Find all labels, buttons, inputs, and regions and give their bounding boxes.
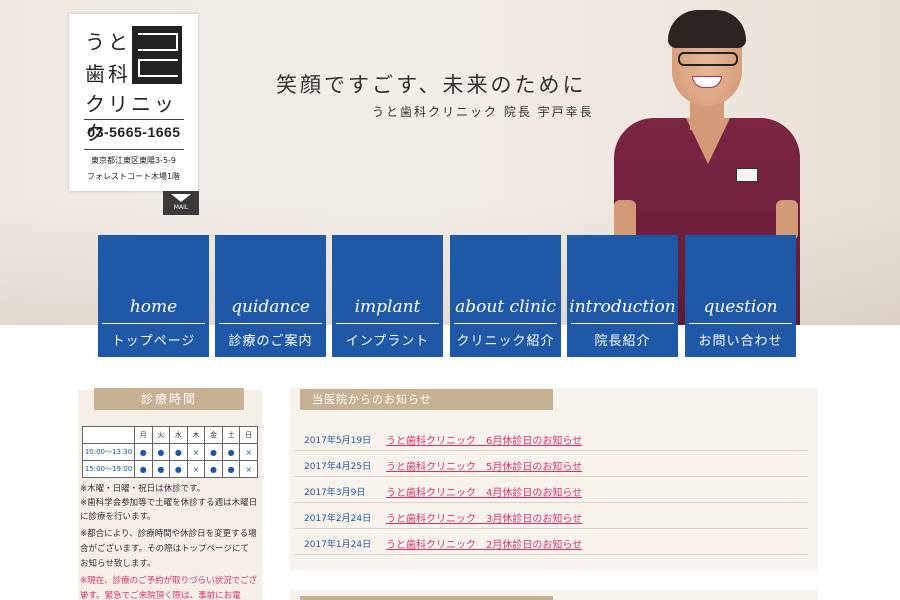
nav-about-clinic[interactable]: about clinic クリニック紹介 (450, 235, 561, 357)
hours-note: 合がございます。その際はトップページにて (80, 544, 249, 554)
hours-note: ※歯科学会参加等で土曜を休診する週は木曜日 (80, 498, 258, 508)
news-item: 2017年2月24日 うと歯科クリニック 3月休診日のお知らせ (294, 503, 808, 529)
nav-guidance[interactable]: quidance 診療のご案内 (215, 235, 326, 357)
news-title: 当医院からのお知らせ (300, 389, 553, 410)
hours-mark: × (239, 443, 258, 461)
hours-note: に診療を行います。 (80, 512, 156, 522)
nav-implant-en: implant (354, 297, 421, 317)
clinic-address-line1: 東京都江東区東陽3-5-9 (90, 156, 177, 165)
news-date: 2017年3月9日 (304, 488, 366, 498)
doctor-name-badge (736, 168, 758, 182)
nav-about-clinic-en: about clinic (455, 297, 556, 317)
news-link[interactable]: うと歯科クリニック 6月休診日のお知らせ (386, 432, 582, 447)
hours-row-morning: 10:00〜13:30 ● ● ● × ● ● × (82, 443, 258, 461)
nav-implant-jp: インプラント (345, 334, 430, 349)
hours-row-afternoon: 15:00〜19:00 ● ● ● × ● ● × (82, 460, 258, 478)
clinic-logo-card[interactable]: うと 歯科 クリニック 03-5665-1665 東京都江東区東陽3-5-9 フ… (69, 14, 198, 191)
nav-divider (219, 323, 322, 324)
nav-home-en: home (129, 297, 178, 317)
news-link[interactable]: うと歯科クリニック 4月休診日のお知らせ (386, 484, 582, 499)
nav-introduction[interactable]: introduction 院長紹介 (567, 235, 678, 357)
hours-note: ※都合により、診療時間や休診日を変更する場 (80, 529, 257, 539)
hours-corner-cell (82, 426, 135, 444)
hours-time-cell: 10:00〜13:30 (82, 443, 135, 461)
envelope-icon (171, 194, 191, 202)
hours-warning-note: ます。緊急でご来院頂く際は、事前にお電 (80, 591, 241, 600)
clinic-address-line2: フォレストコート木場1階 (86, 172, 181, 181)
doctor-collar (686, 118, 730, 164)
secondary-panel-tab (300, 596, 553, 600)
news-item: 2017年4月25日 うと歯科クリニック 5月休診日のお知らせ (294, 451, 808, 477)
day-header: 月 (134, 426, 153, 444)
news-date: 2017年1月24日 (304, 540, 372, 550)
day-header: 日 (239, 426, 258, 444)
nav-question-en: question (703, 297, 778, 317)
news-item: 2017年1月24日 うと歯科クリニック 2月休診日のお知らせ (294, 529, 808, 555)
nav-home[interactable]: home トップページ (98, 235, 209, 357)
day-header: 火 (151, 426, 171, 444)
hours-mark: ● (204, 460, 223, 478)
mail-button[interactable]: MAIL (163, 191, 199, 215)
day-header: 木 (186, 426, 206, 444)
logo-text-line1: うと (85, 30, 131, 54)
doctor-arm-right (776, 200, 798, 240)
nav-guidance-en: quidance (231, 297, 310, 317)
nav-divider (571, 323, 674, 324)
clinic-phone[interactable]: 03-5665-1665 (84, 124, 184, 140)
news-link[interactable]: うと歯科クリニック 5月休診日のお知らせ (386, 458, 582, 473)
logo-divider (84, 119, 184, 120)
nav-introduction-en: introduction (569, 297, 676, 317)
nav-about-clinic-jp: クリニック紹介 (456, 334, 555, 349)
hero-subtagline: うと歯科クリニック 院長 宇戸幸長 (372, 105, 594, 119)
hours-note: ※木曜・日曜・祝日は休診です。 (80, 484, 206, 494)
hours-mark: ● (221, 460, 241, 478)
nav-question[interactable]: question お問い合わせ (685, 235, 796, 357)
hours-mark: × (239, 460, 258, 478)
nav-question-jp: お問い合わせ (698, 334, 783, 349)
nav-divider (336, 323, 439, 324)
news-panel: 当医院からのお知らせ 2017年5月19日 うと歯科クリニック 6月休診日のお知… (290, 388, 818, 570)
nav-implant[interactable]: implant インプラント (332, 235, 443, 357)
hours-mark: ● (169, 460, 188, 478)
nav-introduction-jp: 院長紹介 (594, 334, 651, 349)
news-item: 2017年3月9日 うと歯科クリニック 4月休診日のお知らせ (294, 477, 808, 503)
doctor-glasses (678, 52, 738, 66)
nav-divider (102, 323, 205, 324)
hours-mark: ● (169, 443, 188, 461)
news-item: 2017年5月19日 うと歯科クリニック 6月休診日のお知らせ (294, 425, 808, 451)
day-header: 水 (169, 426, 188, 444)
news-date: 2017年2月24日 (304, 514, 372, 524)
news-date: 2017年4月25日 (304, 462, 372, 472)
office-hours-panel: 診療時間 月 火 水 木 金 土 日 10:00〜13:30 ● ● ● × ●… (78, 388, 262, 600)
doctor-hair (668, 10, 746, 48)
mail-label: MAIL (173, 204, 189, 211)
news-link[interactable]: うと歯科クリニック 3月休診日のお知らせ (386, 510, 582, 525)
day-header: 金 (204, 426, 223, 444)
hours-header-row: 月 火 水 木 金 土 日 (82, 426, 258, 444)
nav-divider (689, 323, 792, 324)
office-hours-title: 診療時間 (94, 388, 244, 410)
doctor-arm-left (614, 200, 636, 240)
news-date: 2017年5月19日 (304, 436, 372, 446)
nav-divider (454, 323, 557, 324)
office-hours-table: 月 火 水 木 金 土 日 10:00〜13:30 ● ● ● × ● ● × … (82, 426, 258, 478)
logo-divider-2 (84, 149, 184, 150)
day-header: 土 (221, 426, 241, 444)
hero-tagline: 笑顔ですごす、未来のために (276, 73, 587, 97)
logo-text-line2: 歯科 (85, 62, 131, 86)
hours-mark: ● (134, 460, 153, 478)
hours-mark: ● (151, 460, 171, 478)
hours-mark: × (186, 460, 206, 478)
logo-mark-icon (132, 26, 182, 84)
hours-time-cell: 15:00〜19:00 (82, 460, 135, 478)
nav-guidance-jp: 診療のご案内 (228, 334, 313, 349)
hours-note: お知らせ致します。 (80, 559, 156, 569)
hours-mark: ● (221, 443, 241, 461)
hours-mark: × (186, 443, 206, 461)
nav-home-jp: トップページ (111, 334, 196, 349)
hours-mark: ● (151, 443, 171, 461)
hours-mark: ● (204, 443, 223, 461)
news-link[interactable]: うと歯科クリニック 2月休診日のお知らせ (386, 536, 582, 551)
hours-mark: ● (134, 443, 153, 461)
